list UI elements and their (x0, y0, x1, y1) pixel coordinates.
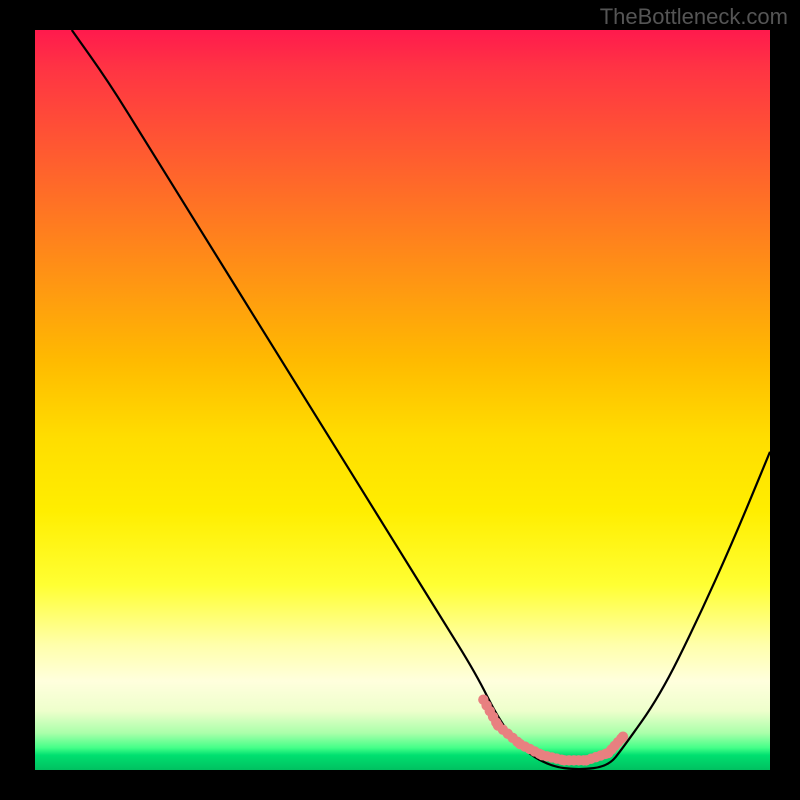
dot (478, 695, 488, 705)
dot (552, 753, 562, 763)
dot (618, 732, 628, 742)
bottleneck-curve-line (72, 30, 770, 769)
dot (613, 737, 623, 747)
dot (596, 750, 606, 760)
dot (491, 717, 501, 727)
dot (520, 741, 530, 751)
dot (556, 755, 566, 765)
dot (498, 724, 508, 734)
dot (610, 741, 620, 751)
dot (537, 750, 547, 760)
dotted-segment (478, 695, 628, 766)
dot (600, 749, 610, 759)
dot (485, 706, 495, 716)
dot (603, 748, 613, 758)
dot (559, 755, 569, 765)
dot (515, 739, 525, 749)
dot (616, 733, 626, 743)
dot (547, 752, 557, 762)
chart-plot-area (35, 30, 770, 770)
dot (525, 744, 535, 754)
curve-svg (35, 30, 770, 770)
dot (512, 737, 522, 747)
bottom-border (35, 770, 770, 800)
watermark-text: TheBottleneck.com (600, 4, 788, 30)
dot (534, 749, 544, 759)
dot (591, 752, 601, 762)
dot (564, 755, 574, 765)
dot (606, 744, 616, 754)
dot (493, 720, 503, 730)
dot (569, 755, 579, 765)
dot (488, 712, 498, 722)
dot (574, 755, 584, 765)
dot (586, 754, 596, 764)
dot (529, 746, 539, 756)
dot (578, 755, 588, 765)
dot (542, 751, 552, 761)
dot (581, 755, 591, 765)
dot (507, 733, 517, 743)
dot (481, 700, 491, 710)
dot (503, 729, 513, 739)
